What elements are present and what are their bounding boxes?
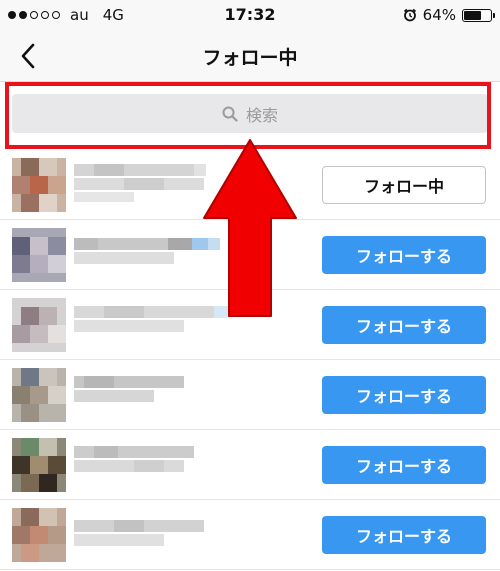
page-title: フォロー中 [202, 47, 298, 69]
battery-percent: 64% [422, 6, 456, 24]
follow-button[interactable]: フォローする [322, 376, 486, 414]
follow-button[interactable]: フォロー中 [322, 166, 486, 204]
list-item[interactable]: フォローする [0, 360, 500, 430]
search-icon [222, 106, 238, 122]
avatar[interactable] [12, 298, 66, 352]
status-right: 64% [403, 5, 495, 25]
follow-button[interactable]: フォローする [322, 446, 486, 484]
list-item[interactable]: フォローする [0, 430, 500, 500]
follow-button[interactable]: フォローする [322, 236, 486, 274]
username-blurred [74, 520, 204, 546]
search-input[interactable]: 検索 [12, 94, 488, 133]
avatar[interactable] [12, 508, 66, 562]
avatar[interactable] [12, 368, 66, 422]
username-blurred [74, 446, 194, 472]
alarm-icon [403, 8, 416, 22]
screen: au 4G 17:32 64% フォロー中 検索 フォロー中 フォローする フォ… [0, 0, 500, 571]
search-placeholder: 検索 [245, 105, 278, 125]
navigation-bar: フォロー中 [0, 30, 500, 82]
avatar[interactable] [12, 228, 66, 282]
battery-icon [462, 8, 495, 22]
avatar[interactable] [12, 158, 66, 212]
status-bar: au 4G 17:32 64% [0, 0, 500, 30]
username-blurred [74, 376, 184, 402]
avatar[interactable] [12, 438, 66, 492]
red-arrow-annotation [203, 139, 297, 317]
follow-button[interactable]: フォローする [322, 306, 486, 344]
list-item[interactable]: フォローする [0, 500, 500, 570]
follow-button[interactable]: フォローする [322, 516, 486, 554]
